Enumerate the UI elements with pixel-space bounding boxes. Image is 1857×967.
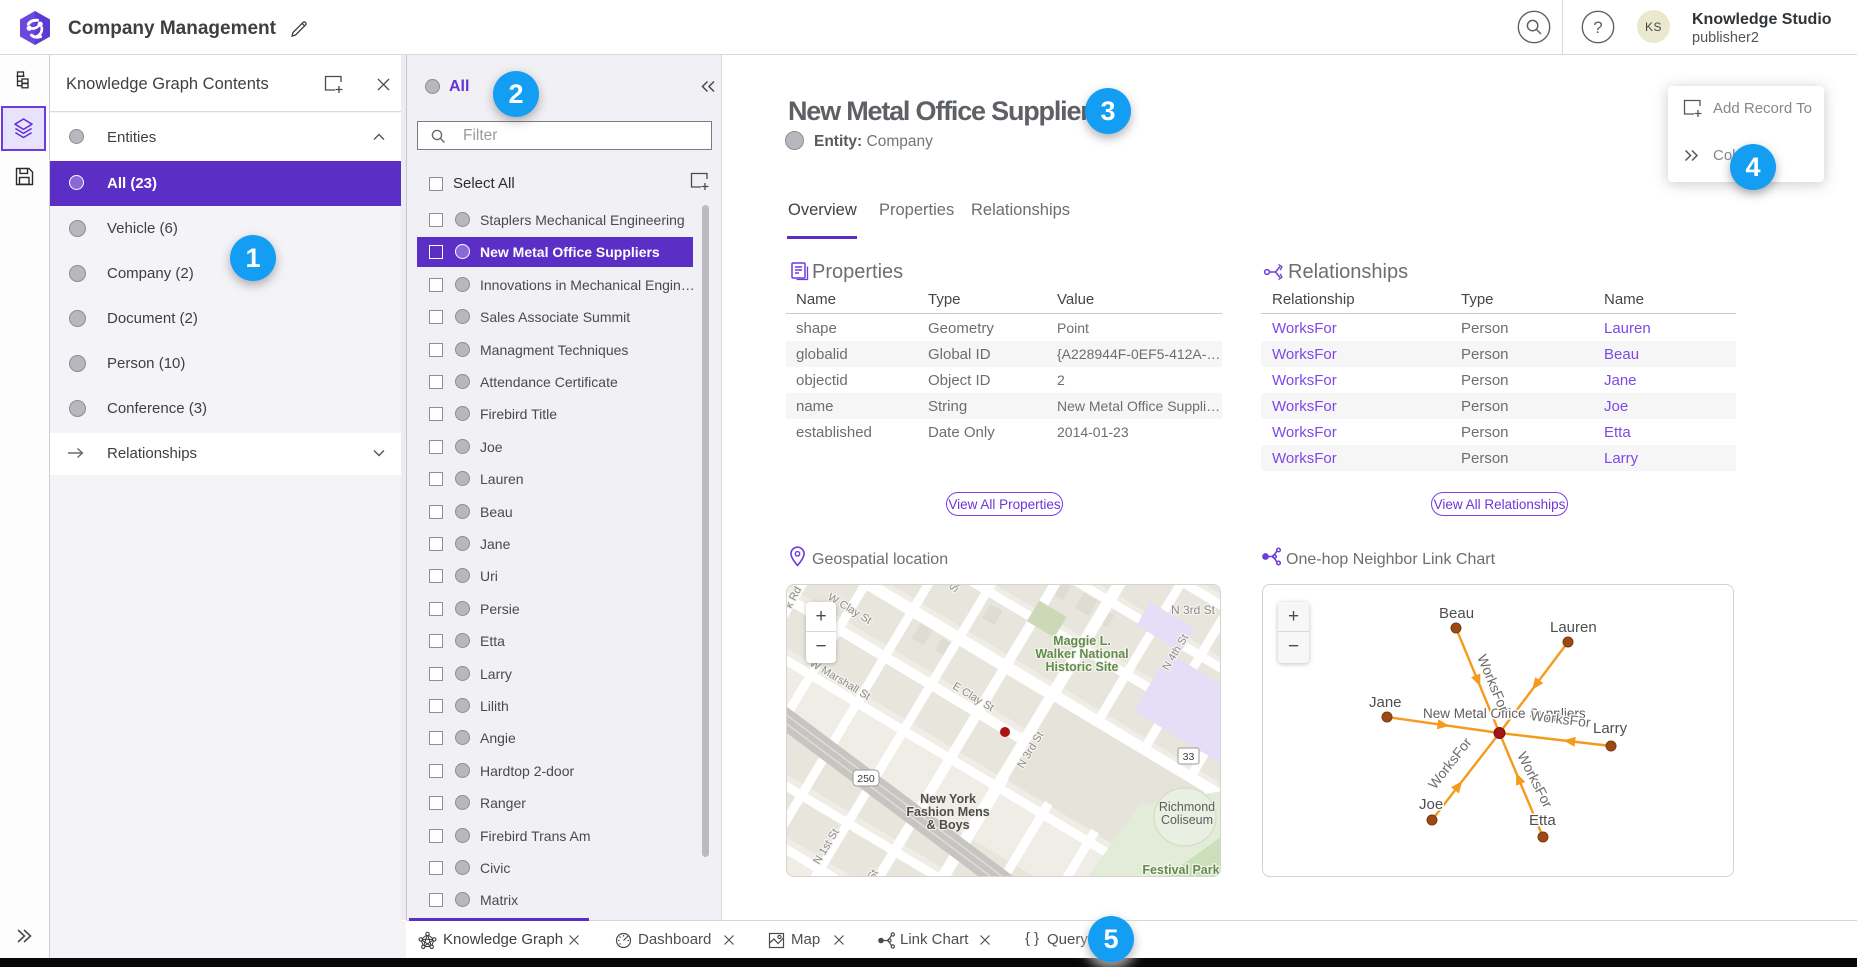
svg-text:?: ? [1593,18,1602,37]
svg-text:Etta: Etta [1529,812,1556,829]
svg-text:250: 250 [857,773,875,785]
svg-text:33: 33 [1183,751,1195,763]
svg-text:Richmond: Richmond [1159,800,1215,814]
svg-text:N 3rd St: N 3rd St [1171,603,1216,617]
svg-text:New York: New York [920,792,976,806]
svg-text:WorksFor: WorksFor [1425,734,1475,792]
svg-text:Walker National: Walker National [1035,647,1128,661]
svg-text:Maggie L.: Maggie L. [1053,634,1111,648]
svg-text:Beau: Beau [1439,605,1474,622]
svg-text:Lauren: Lauren [1550,619,1597,636]
svg-text:& Boys: & Boys [926,818,969,832]
svg-text:Fashion Mens: Fashion Mens [906,805,989,819]
svg-text:Joe: Joe [1419,796,1443,813]
svg-text:Jane: Jane [1369,694,1402,711]
svg-text:Festival Park: Festival Park [1142,863,1219,877]
svg-text:Larry: Larry [1593,720,1628,737]
svg-text:Historic Site: Historic Site [1046,660,1119,674]
svg-text:Coliseum: Coliseum [1161,813,1213,827]
